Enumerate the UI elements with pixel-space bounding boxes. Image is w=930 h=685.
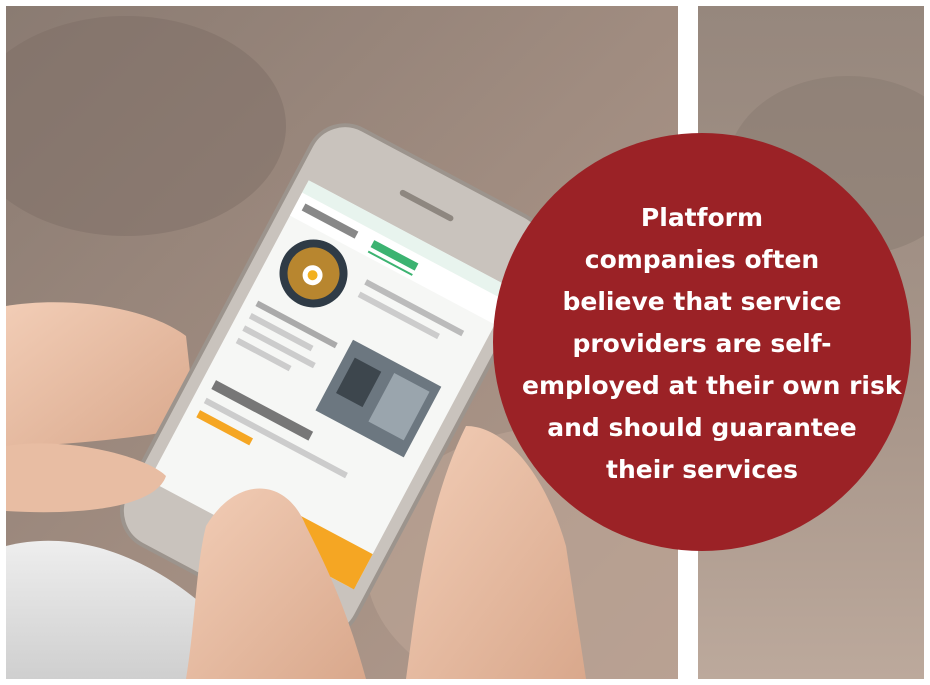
quote-line: Platform	[640, 203, 764, 232]
quote-line: believe that service	[562, 287, 842, 316]
quote-line: employed at their own risk	[522, 371, 902, 400]
quote-line: their services	[606, 455, 798, 484]
quote-line: providers are self-	[572, 329, 832, 358]
pull-quote-circle: Platform companies often believe that se…	[493, 133, 911, 551]
quote-line: and should guarantee	[547, 413, 857, 442]
quote-line: companies often	[584, 245, 820, 274]
pull-quote-text: Platform companies often believe that se…	[522, 197, 902, 491]
